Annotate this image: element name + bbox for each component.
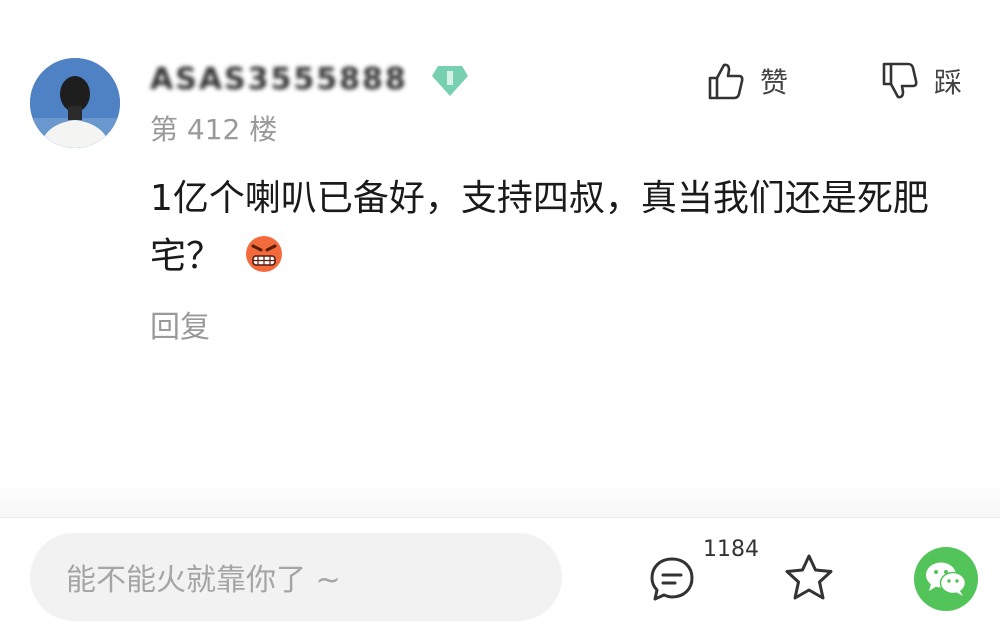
comment-count: 1184: [703, 537, 759, 562]
chat-bubble-icon: [650, 557, 694, 601]
dislike-button[interactable]: 踩: [880, 56, 962, 106]
floor-number: 第 412 楼: [150, 113, 278, 146]
comment-input-placeholder: 能不能火就靠你了 ~: [66, 563, 341, 598]
comment-body: 1亿个喇叭已备好，支持四叔，真当我们还是死肥宅？: [150, 170, 970, 286]
level-badge-icon: [430, 62, 470, 100]
like-label: 赞: [760, 66, 789, 99]
username[interactable]: ASAS3555888: [150, 60, 408, 100]
dislike-label: 踩: [934, 66, 963, 99]
comment-page: ASAS3555888 第 412 楼 赞 踩 1亿个喇叭已备好，支持四叔，真当…: [0, 0, 1000, 627]
avatar-image: [30, 58, 120, 148]
star-icon: [785, 554, 833, 600]
wechat-share-button[interactable]: [914, 547, 978, 611]
like-button[interactable]: 赞: [706, 56, 788, 106]
reply-button[interactable]: 回复: [150, 302, 210, 346]
wechat-icon: [926, 562, 967, 596]
favorite-button[interactable]: [782, 552, 836, 604]
thumbs-up-icon: [708, 63, 744, 100]
avatar[interactable]: [30, 58, 120, 148]
comments-button[interactable]: [648, 555, 696, 603]
thumbs-down-icon: [882, 62, 918, 99]
comment-input[interactable]: 能不能火就靠你了 ~: [30, 533, 562, 621]
bottom-fade: [0, 480, 1000, 520]
angry-face-emoji-icon: [244, 234, 284, 274]
